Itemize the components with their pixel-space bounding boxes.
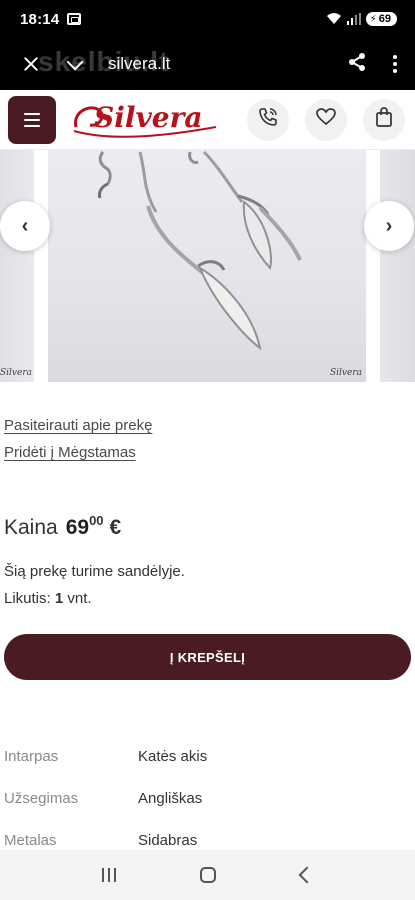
attribute-value: Katės akis	[138, 748, 208, 765]
gallery-prev-button[interactable]: ‹	[0, 201, 50, 251]
image-watermark: Silvera	[0, 368, 33, 378]
share-icon[interactable]	[347, 52, 367, 77]
battery-indicator: ⚡ 69	[365, 12, 397, 26]
heart-icon	[316, 108, 336, 131]
stock-status: Šią prekę turime sandėlyje.	[4, 563, 185, 580]
site-logo[interactable]: Silvera	[70, 97, 218, 143]
browser-url[interactable]: silvera.lt	[108, 54, 170, 74]
attribute-row: Metalas Sidabras	[4, 832, 404, 849]
attribute-label: Metalas	[4, 832, 57, 849]
close-icon[interactable]	[20, 53, 42, 75]
menu-button[interactable]	[8, 95, 56, 144]
add-to-favorites-link[interactable]: Pridėti į Mėgstamas	[4, 444, 136, 461]
status-indicators: ⚡ 69	[326, 12, 397, 26]
remaining-unit: vnt.	[67, 590, 92, 607]
product-price: Kaina 69 00 €	[4, 513, 122, 540]
attribute-value: Angliškas	[138, 790, 203, 807]
back-icon[interactable]	[298, 866, 316, 884]
gallery-next-button[interactable]: ›	[364, 201, 414, 251]
gallery-slide-next	[380, 150, 415, 382]
screen-cast-icon	[67, 13, 82, 25]
recent-apps-icon[interactable]	[102, 868, 117, 882]
inquire-link[interactable]: Pasiteirauti apie prekę	[4, 417, 152, 434]
attribute-value: Sidabras	[138, 832, 198, 849]
system-navigation-bar	[0, 850, 415, 900]
status-time: 18:14	[20, 10, 60, 28]
price-cents: 00	[89, 513, 104, 528]
logo-text: Silvera	[94, 101, 202, 134]
charging-icon: ⚡	[369, 13, 377, 25]
chevron-right-icon: ›	[385, 214, 393, 237]
site-header: Silvera	[0, 90, 415, 150]
cart-button[interactable]	[363, 98, 405, 141]
wifi-icon	[326, 13, 342, 25]
browser-toolbar: silvera.lt	[0, 38, 415, 90]
earrings-image	[98, 150, 302, 351]
phone-icon	[258, 107, 278, 132]
attribute-label: Intarpas	[4, 748, 59, 765]
remaining-qty: 1	[54, 590, 64, 607]
attribute-row: Užsegimas Angliškas	[4, 790, 404, 807]
logo-swirl-icon: Silvera	[73, 101, 217, 138]
chevron-down-icon[interactable]	[64, 53, 86, 75]
attribute-row: Intarpas Katės akis	[4, 748, 404, 765]
gallery-slide-previous: Silvera	[0, 150, 34, 382]
wishlist-button[interactable]	[305, 98, 347, 141]
price-label: Kaina	[4, 516, 58, 539]
status-bar: 18:14 ⚡ 69	[0, 0, 415, 38]
product-gallery[interactable]: Silvera Silvera ‹ ›	[0, 150, 415, 384]
chevron-left-icon: ‹	[21, 214, 29, 237]
image-watermark: Silvera	[330, 368, 363, 378]
signal-icon	[346, 13, 361, 25]
stock-remaining: Likutis: 1 vnt.	[4, 590, 92, 607]
price-amount: 69	[65, 516, 90, 539]
price-currency: €	[109, 516, 122, 539]
phone-button[interactable]	[247, 98, 289, 141]
remaining-label: Likutis:	[4, 590, 51, 607]
shopping-bag-icon	[375, 107, 393, 132]
product-image: Silvera	[48, 150, 366, 382]
attribute-label: Užsegimas	[4, 790, 79, 807]
more-options-icon[interactable]	[393, 55, 397, 73]
home-icon[interactable]	[200, 867, 217, 883]
battery-level: 69	[378, 13, 391, 25]
add-to-cart-button[interactable]: Į KREPŠELĮ	[4, 634, 411, 680]
